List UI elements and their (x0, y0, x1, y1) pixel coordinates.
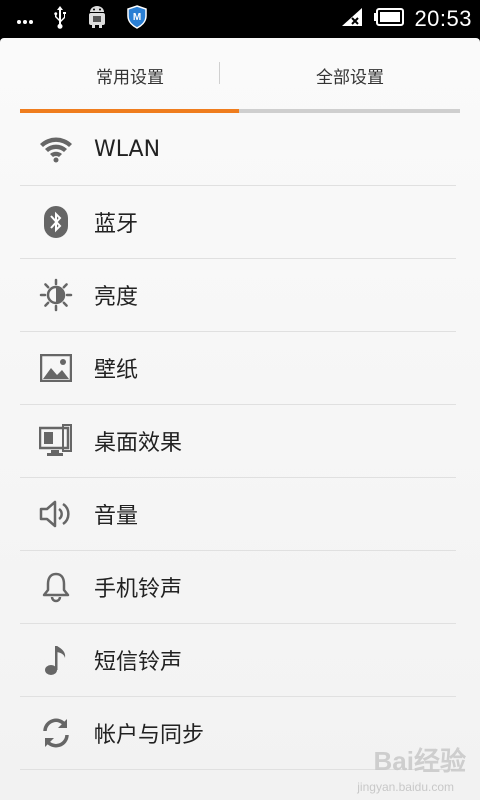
desktop-effect-icon (38, 423, 74, 459)
wallpaper-icon (38, 350, 74, 386)
watermark-url: jingyan.baidu.com (357, 780, 454, 794)
svg-text:M: M (133, 12, 141, 23)
wifi-icon (38, 131, 74, 167)
more-dots-icon (16, 10, 34, 29)
settings-item-desktop-effect[interactable]: 桌面效果 (20, 405, 456, 478)
settings-item-brightness[interactable]: 亮度 (20, 259, 456, 332)
status-time: 20:53 (414, 6, 472, 31)
settings-item-label: 蓝牙 (94, 212, 139, 237)
settings-item-label: 帐户与同步 (94, 723, 205, 748)
signal-off-icon (340, 6, 364, 32)
usb-icon (52, 5, 68, 33)
android-debug-icon (86, 5, 108, 33)
status-bar: M 20:53 (0, 0, 480, 38)
bell-icon (38, 569, 74, 605)
brightness-icon (38, 277, 74, 313)
volume-icon (38, 496, 74, 532)
battery-icon (374, 8, 405, 30)
security-shield-icon: M (126, 5, 148, 33)
settings-item-label: WLAN (94, 136, 161, 162)
status-bar-right: 20:53 (340, 4, 472, 34)
sync-icon (38, 715, 74, 751)
settings-item-label: 壁纸 (94, 358, 139, 383)
settings-panel: 常用设置 全部设置 WLAN 蓝牙 亮度 壁纸 桌面效果 音量 手机铃声 短信铃… (0, 38, 480, 800)
bluetooth-icon (38, 204, 74, 240)
tab-all-settings[interactable]: 全部设置 (240, 38, 460, 112)
tab-divider (219, 62, 220, 84)
settings-item-label: 桌面效果 (94, 431, 183, 456)
settings-item-label: 短信铃声 (94, 650, 183, 675)
settings-item-volume[interactable]: 音量 (20, 478, 456, 551)
settings-item-phone-ringtone[interactable]: 手机铃声 (20, 551, 456, 624)
status-bar-left: M (16, 4, 148, 34)
settings-item-label: 手机铃声 (94, 577, 183, 602)
tab-bar: 常用设置 全部设置 (20, 38, 460, 112)
tab-common-settings[interactable]: 常用设置 (20, 38, 240, 112)
settings-item-sms-ringtone[interactable]: 短信铃声 (20, 624, 456, 697)
settings-item-wallpaper[interactable]: 壁纸 (20, 332, 456, 405)
settings-item-bluetooth[interactable]: 蓝牙 (20, 186, 456, 259)
watermark-logo: Bai经验 (373, 746, 466, 776)
music-note-icon (38, 642, 74, 678)
settings-item-wlan[interactable]: WLAN (20, 113, 456, 186)
settings-item-label: 音量 (94, 504, 139, 529)
settings-item-label: 亮度 (94, 285, 139, 310)
settings-list: WLAN 蓝牙 亮度 壁纸 桌面效果 音量 手机铃声 短信铃声 帐户与同步 (20, 113, 456, 770)
screen: M 20:53 常用设置 全部设置 WLAN 蓝牙 亮度 壁纸 桌面效果 音量 … (0, 0, 480, 800)
